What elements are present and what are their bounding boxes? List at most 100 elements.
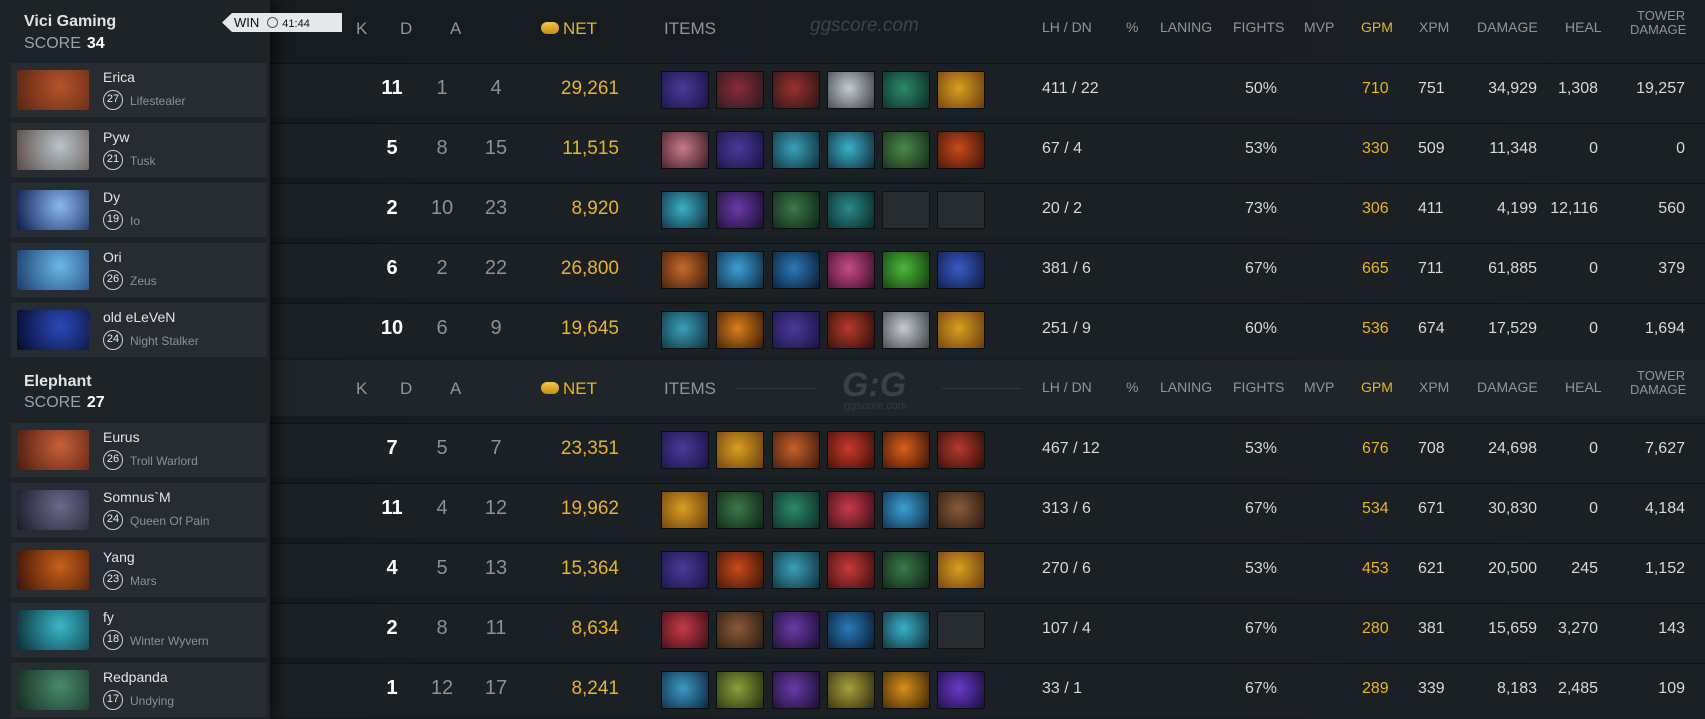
player-name[interactable]: Somnus`M [103, 489, 171, 505]
item-icon[interactable] [661, 131, 709, 169]
player-card[interactable]: Erica 27 Lifestealer [11, 63, 267, 117]
stat-fights: 53% [1245, 440, 1278, 457]
item-icon[interactable] [937, 551, 985, 589]
stat-net: 23,351 [560, 438, 619, 459]
item-icon[interactable] [716, 131, 764, 169]
item-icon[interactable] [937, 71, 985, 109]
item-icon[interactable] [716, 611, 764, 649]
item-icon[interactable] [716, 191, 764, 229]
item-icon[interactable] [882, 551, 930, 589]
player-name[interactable]: Erica [103, 69, 135, 85]
item-icon[interactable] [772, 311, 820, 349]
item-icon[interactable] [772, 431, 820, 469]
stat-xpm: 411 [1418, 200, 1444, 217]
stat-tower: 4,184 [1644, 500, 1685, 517]
item-icon[interactable] [827, 671, 875, 709]
player-name[interactable]: fy [103, 609, 114, 625]
item-icon[interactable] [827, 611, 875, 649]
hero-portrait [17, 550, 89, 590]
item-icon[interactable] [827, 191, 875, 229]
player-name[interactable]: Redpanda [103, 669, 168, 685]
item-icon[interactable] [882, 71, 930, 109]
item-icon[interactable] [882, 131, 930, 169]
player-card[interactable]: Somnus`M 24 Queen Of Pain [11, 483, 267, 537]
player-card[interactable]: Redpanda 17 Undying [11, 663, 267, 717]
watermark-text: ggscore.com [810, 15, 919, 36]
item-icon[interactable] [716, 431, 764, 469]
stat-d: 10 [430, 197, 454, 219]
player-name[interactable]: Ori [103, 249, 122, 265]
item-icon[interactable] [661, 311, 709, 349]
stat-net: 19,962 [560, 498, 619, 519]
item-icon[interactable] [772, 71, 820, 109]
item-icon[interactable] [937, 131, 985, 169]
item-icon[interactable] [827, 311, 875, 349]
player-card[interactable]: Dy 19 Io [11, 183, 267, 237]
item-icon[interactable] [937, 491, 985, 529]
header-tower-2: DAMAGE [1630, 382, 1687, 397]
item-icon[interactable] [661, 251, 709, 289]
player-name[interactable]: Yang [103, 549, 135, 565]
item-icon[interactable] [661, 491, 709, 529]
stat-a: 17 [484, 677, 508, 699]
item-icon[interactable] [772, 551, 820, 589]
item-icon[interactable] [772, 191, 820, 229]
player-card[interactable]: Yang 23 Mars [11, 543, 267, 597]
item-icon[interactable] [772, 611, 820, 649]
item-icon[interactable] [716, 551, 764, 589]
item-icon[interactable] [882, 431, 930, 469]
item-icon[interactable] [882, 671, 930, 709]
stat-gpm: 710 [1362, 80, 1389, 97]
player-card[interactable]: Ori 26 Zeus [11, 243, 267, 297]
item-icon[interactable] [772, 131, 820, 169]
header-pct: % [1126, 19, 1139, 35]
ggscore-sub: ggscore.com [844, 400, 907, 412]
item-icon[interactable] [716, 71, 764, 109]
item-icon[interactable] [937, 311, 985, 349]
item-icon[interactable] [716, 311, 764, 349]
item-icon[interactable] [937, 671, 985, 709]
item-icon[interactable] [661, 611, 709, 649]
player-name[interactable]: Dy [103, 189, 120, 205]
item-icon[interactable] [716, 671, 764, 709]
hero-name: Zeus [130, 274, 157, 288]
item-icon[interactable] [661, 71, 709, 109]
stat-heal: 0 [1589, 260, 1598, 277]
player-name[interactable]: Eurus [103, 429, 140, 445]
hero-level: 23 [103, 570, 123, 590]
item-icon[interactable] [937, 251, 985, 289]
player-stats-row: 5 8 15 11,515 67 / 4 53% 330 509 11,348 0 0 [270, 123, 1705, 177]
item-icon[interactable] [882, 491, 930, 529]
item-icon[interactable] [716, 491, 764, 529]
item-icon[interactable] [772, 251, 820, 289]
player-card[interactable]: Pyw 21 Tusk [11, 123, 267, 177]
item-icon[interactable] [937, 431, 985, 469]
header-mvp: MVP [1304, 19, 1335, 35]
item-icon[interactable] [661, 191, 709, 229]
player-card[interactable]: Eurus 26 Troll Warlord [11, 423, 267, 477]
item-icon[interactable] [716, 251, 764, 289]
item-icon[interactable] [882, 311, 930, 349]
item-icon[interactable] [827, 491, 875, 529]
score-value: 27 [86, 394, 105, 411]
item-icon[interactable] [661, 431, 709, 469]
player-card[interactable]: fy 18 Winter Wyvern [11, 603, 267, 657]
item-icon[interactable] [661, 551, 709, 589]
player-card[interactable]: old eLeVeN 24 Night Stalker [11, 303, 267, 357]
item-icon[interactable] [882, 251, 930, 289]
item-icon[interactable] [827, 551, 875, 589]
header-net-wrap: NET [541, 19, 597, 39]
item-icon[interactable] [661, 671, 709, 709]
stat-damage: 4,199 [1496, 200, 1537, 217]
item-icon[interactable] [772, 491, 820, 529]
player-name[interactable]: Pyw [103, 129, 129, 145]
item-icon[interactable] [882, 611, 930, 649]
header-lhdn: LH / DN [1042, 19, 1092, 35]
item-icon[interactable] [827, 71, 875, 109]
player-name[interactable]: old eLeVeN [103, 309, 175, 325]
item-icon[interactable] [827, 131, 875, 169]
stat-d: 5 [436, 437, 448, 459]
item-icon[interactable] [772, 671, 820, 709]
item-icon[interactable] [827, 431, 875, 469]
item-icon[interactable] [827, 251, 875, 289]
